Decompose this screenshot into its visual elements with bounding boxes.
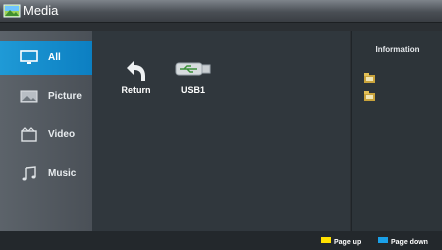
sidebar-item-music[interactable]: Music [0, 157, 92, 191]
page-up-hint: Page up [321, 237, 361, 247]
sidebar: All Picture Video Music [0, 31, 92, 231]
sidebar-item-label: All [48, 52, 61, 63]
sidebar-item-picture[interactable]: Picture [0, 80, 92, 114]
usb-drive-icon [175, 62, 211, 76]
sidebar-item-video[interactable]: Video [0, 118, 92, 152]
return-arrow-icon [127, 61, 145, 81]
picture-icon [20, 90, 38, 103]
tile-label: Return [121, 85, 151, 95]
file-browser: Return USB1 [92, 31, 350, 231]
sidebar-item-label: Video [48, 129, 76, 140]
music-icon [22, 166, 36, 181]
media-icon [3, 4, 21, 18]
information-panel: Information [351, 31, 442, 231]
information-title: Information [375, 45, 420, 54]
title-bar: Media [0, 0, 442, 23]
blue-key-icon [378, 237, 388, 243]
page-down-label: Page down [391, 239, 428, 246]
sidebar-item-all[interactable]: All [0, 41, 92, 75]
usb1-tile[interactable]: USB1 [172, 55, 214, 97]
monitor-icon [20, 50, 38, 64]
bottom-hint-bar: Page up Page down [0, 231, 442, 250]
page-down-hint: Page down [378, 237, 428, 247]
folder-icon [364, 91, 375, 101]
video-icon [21, 127, 37, 142]
folder-icon [364, 73, 375, 83]
sidebar-item-label: Music [48, 168, 77, 179]
yellow-key-icon [321, 237, 331, 243]
app-title: Media [23, 3, 59, 18]
page-up-label: Page up [334, 239, 362, 246]
tile-label: USB1 [180, 85, 205, 95]
sidebar-item-label: Picture [48, 91, 82, 102]
return-tile[interactable]: Return [115, 55, 157, 97]
